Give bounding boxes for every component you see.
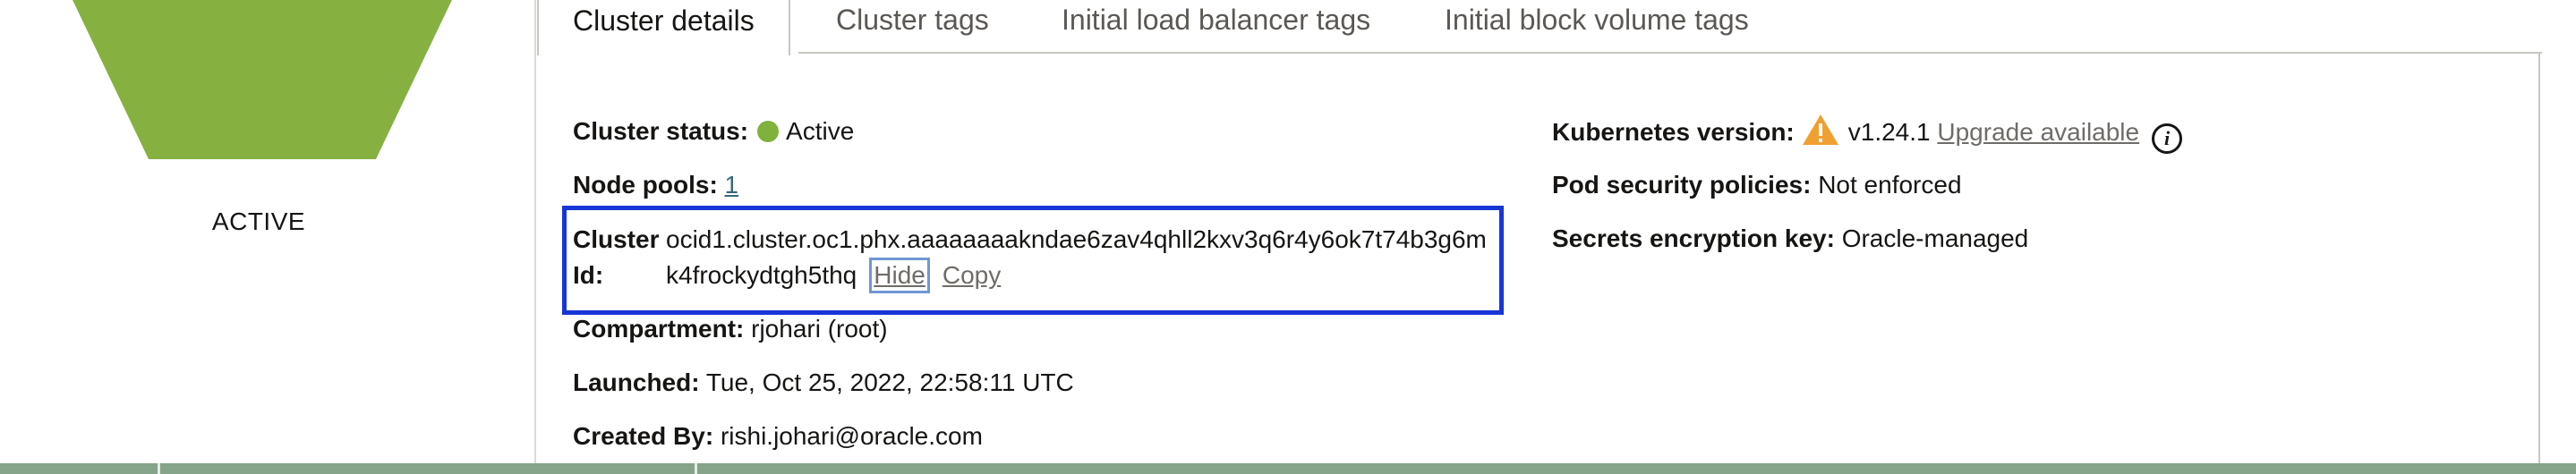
status-active-dot-icon <box>757 121 780 142</box>
cluster-id-line-1: ocid1.cluster.oc1.phx.aaaaaaaakndae6zav4… <box>666 225 1487 253</box>
launched-row: Launched: Tue, Oct 25, 2022, 22:58:11 UT… <box>573 365 1074 401</box>
secrets-key-label: Secrets encryption key: <box>1552 224 1835 252</box>
secrets-key-value: Oracle-managed <box>1841 224 2029 252</box>
node-pools-row: Node pools: 1 <box>573 167 738 203</box>
warning-icon <box>1802 114 1839 156</box>
cluster-status-panel: ACTIVE <box>0 0 535 474</box>
hide-cluster-id-button[interactable]: Hide <box>869 258 930 293</box>
upgrade-available-link[interactable]: Upgrade available <box>1937 118 2139 146</box>
info-icon[interactable]: i <box>2152 123 2183 154</box>
cluster-id-line-2: k4frockydtgh5thq <box>666 261 857 289</box>
tab-cluster-details[interactable]: Cluster details <box>537 0 790 55</box>
launched-label: Launched: <box>573 368 700 396</box>
content-border <box>2538 52 2540 474</box>
node-pools-link[interactable]: 1 <box>725 171 739 199</box>
node-pools-label: Node pools: <box>573 171 718 199</box>
cluster-state-label: ACTIVE <box>211 207 306 235</box>
bottom-bar-separator <box>158 463 160 474</box>
copy-cluster-id-button[interactable]: Copy <box>943 261 1001 289</box>
launched-value: Tue, Oct 25, 2022, 22:58:11 UTC <box>705 368 1074 396</box>
kubernetes-version-label: Kubernetes version: <box>1552 118 1795 146</box>
pod-security-label: Pod security policies: <box>1552 171 1812 199</box>
cluster-status-value: Active <box>786 117 855 145</box>
tab-initial-block-volume-tags[interactable]: Initial block volume tags <box>1445 0 1749 54</box>
pod-security-row: Pod security policies: Not enforced <box>1552 167 1962 203</box>
cluster-status-label: Cluster status: <box>573 117 749 145</box>
bottom-toolbar <box>0 463 2576 474</box>
kubernetes-version-value: v1.24.1 <box>1847 118 1931 146</box>
panel-divider <box>534 0 536 474</box>
cluster-hexagon-icon <box>55 0 469 161</box>
detail-tabs: Cluster details Cluster tags Initial loa… <box>537 0 2542 55</box>
bottom-bar-separator <box>695 463 697 474</box>
compartment-row: Compartment: rjohari (root) <box>573 311 888 347</box>
cluster-status-row: Cluster status: Active <box>573 114 854 149</box>
secrets-key-row: Secrets encryption key: Oracle-managed <box>1552 221 2028 257</box>
cluster-id-value-row: ocid1.cluster.oc1.phx.aaaaaaaakndae6zav4… <box>666 222 1498 293</box>
pod-security-value: Not enforced <box>1818 171 1962 199</box>
compartment-value: rjohari (root) <box>751 315 888 343</box>
created-by-label: Created By: <box>573 422 714 450</box>
created-by-value: rishi.johari@oracle.com <box>720 422 983 450</box>
cluster-id-label: Cluster Id: <box>573 225 660 289</box>
tab-initial-load-balancer-tags[interactable]: Initial load balancer tags <box>1062 0 1370 54</box>
compartment-label: Compartment: <box>573 315 745 343</box>
tab-underline <box>798 52 2542 54</box>
created-by-row: Created By: rishi.johari@oracle.com <box>573 419 983 454</box>
kubernetes-version-row: Kubernetes version: v1.24.1 Upgrade avail… <box>1552 114 2183 156</box>
tab-cluster-tags[interactable]: Cluster tags <box>836 0 989 54</box>
